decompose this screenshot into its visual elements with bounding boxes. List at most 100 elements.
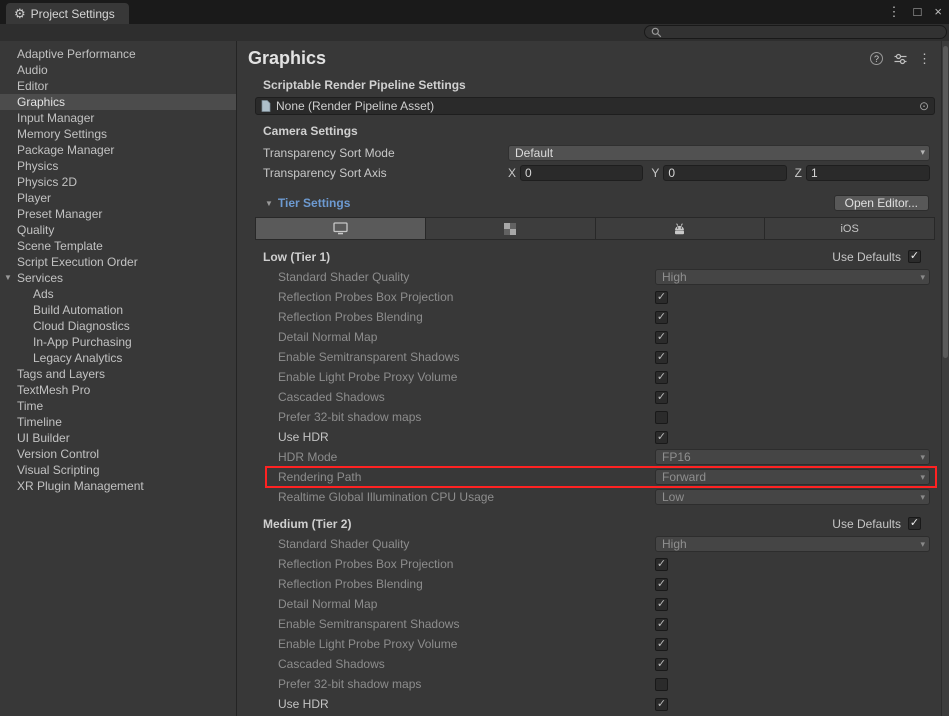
sidebar-item-memory-settings[interactable]: Memory Settings [0,126,236,142]
render-pipeline-asset-field[interactable]: None (Render Pipeline Asset) ⊙ [255,97,935,115]
sort-axis-fields: X Y Z [508,165,930,181]
sort-axis-x-input[interactable] [520,165,643,181]
enable-light-probe-proxy-volume-checkbox[interactable]: ✓ [655,638,668,651]
sidebar-item-label: XR Plugin Management [17,479,144,493]
dropdown-value: Default [515,146,920,160]
foldout-open-icon[interactable]: ▼ [265,199,273,208]
enable-semitransparent-shadows-checkbox[interactable]: ✓ [655,618,668,631]
hdr-mode-dropdown[interactable]: FP16▾ [655,449,930,465]
preset-icon[interactable] [894,53,907,65]
check-icon: ✓ [657,559,666,570]
setting-label: Standard Shader Quality [278,270,655,284]
use-defaults-checkbox[interactable]: ✓ [908,250,921,263]
use-defaults-checkbox[interactable]: ✓ [908,517,921,530]
prefer-32-bit-shadow-maps-checkbox[interactable] [655,678,668,691]
sidebar-item-time[interactable]: Time [0,398,236,414]
standard-shader-quality-dropdown[interactable]: High▾ [655,536,930,552]
sidebar-item-player[interactable]: Player [0,190,236,206]
sidebar-item-audio[interactable]: Audio [0,62,236,78]
tier-tab-webgl[interactable] [426,218,596,239]
detail-normal-map-checkbox[interactable]: ✓ [655,331,668,344]
sidebar-item-quality[interactable]: Quality [0,222,236,238]
check-icon: ✓ [657,352,666,363]
foldout-open-icon[interactable]: ▼ [4,273,12,282]
sidebar-item-version-control[interactable]: Version Control [0,446,236,462]
setting-label: Enable Light Probe Proxy Volume [278,637,655,651]
tier-row-reflection-probes-blending: Reflection Probes Blending✓ [255,307,935,327]
sidebar-item-legacy-analytics[interactable]: Legacy Analytics [0,350,236,366]
enable-light-probe-proxy-volume-checkbox[interactable]: ✓ [655,371,668,384]
sidebar-item-preset-manager[interactable]: Preset Manager [0,206,236,222]
detail-normal-map-checkbox[interactable]: ✓ [655,598,668,611]
sidebar-item-package-manager[interactable]: Package Manager [0,142,236,158]
sidebar-item-physics-2d[interactable]: Physics 2D [0,174,236,190]
search-input[interactable] [644,25,947,39]
axis-z-label: Z [795,166,802,180]
tier-tab-android[interactable] [596,218,766,239]
reflection-probes-box-projection-checkbox[interactable]: ✓ [655,291,668,304]
sidebar-item-script-execution-order[interactable]: Script Execution Order [0,254,236,270]
window-close-icon[interactable]: × [934,4,942,20]
standard-shader-quality-dropdown[interactable]: High▾ [655,269,930,285]
sidebar-item-scene-template[interactable]: Scene Template [0,238,236,254]
help-icon[interactable]: ? [870,52,883,65]
rendering-path-dropdown[interactable]: Forward▾ [655,469,930,485]
window-maximize-icon[interactable]: □ [914,4,922,20]
tier-tab-standalone[interactable] [256,218,426,239]
sidebar-item-label: Package Manager [17,143,114,157]
use-hdr-checkbox[interactable]: ✓ [655,698,668,711]
window-body: Adaptive PerformanceAudioEditorGraphicsI… [0,41,949,716]
transparency-sort-mode-dropdown[interactable]: Default ▾ [508,145,930,161]
sidebar-item-graphics[interactable]: Graphics [0,94,236,110]
sidebar-item-adaptive-performance[interactable]: Adaptive Performance [0,46,236,62]
sidebar-item-services[interactable]: ▼Services [0,270,236,286]
sidebar-item-ui-builder[interactable]: UI Builder [0,430,236,446]
sort-axis-z-input[interactable] [806,165,930,181]
transparency-sort-mode-row: Transparency Sort Mode Default ▾ [237,143,930,162]
open-editor-button[interactable]: Open Editor... [834,195,929,211]
sidebar-item-tags-and-layers[interactable]: Tags and Layers [0,366,236,382]
sort-axis-y-input[interactable] [663,165,786,181]
cascaded-shadows-checkbox[interactable]: ✓ [655,658,668,671]
window-tab-label: Project Settings [31,7,115,21]
sidebar-item-label: Tags and Layers [17,367,105,381]
sidebar-item-in-app-purchasing[interactable]: In-App Purchasing [0,334,236,350]
sidebar-item-xr-plugin-management[interactable]: XR Plugin Management [0,478,236,494]
sidebar-item-label: Graphics [17,95,65,109]
vertical-scrollbar[interactable] [941,41,949,716]
sidebar-item-cloud-diagnostics[interactable]: Cloud Diagnostics [0,318,236,334]
cascaded-shadows-checkbox[interactable]: ✓ [655,391,668,404]
tier-row-rendering-path: Rendering PathForward▾ [255,467,935,487]
sidebar-item-ads[interactable]: Ads [0,286,236,302]
reflection-probes-box-projection-checkbox[interactable]: ✓ [655,558,668,571]
sidebar-item-build-automation[interactable]: Build Automation [0,302,236,318]
setting-label: Cascaded Shadows [278,657,655,671]
sidebar-item-label: Preset Manager [17,207,102,221]
object-picker-icon[interactable]: ⊙ [919,99,929,113]
check-icon: ✓ [657,599,666,610]
enable-semitransparent-shadows-checkbox[interactable]: ✓ [655,351,668,364]
chevron-down-icon: ▾ [920,539,925,550]
check-icon: ✓ [657,312,666,323]
more-menu-icon[interactable]: ⋮ [918,51,931,67]
use-hdr-checkbox[interactable]: ✓ [655,431,668,444]
window-tab-project-settings[interactable]: ⚙ Project Settings [6,3,129,24]
sidebar-item-label: Version Control [17,447,99,461]
sidebar-item-label: Memory Settings [17,127,107,141]
setting-label: Prefer 32-bit shadow maps [278,677,655,691]
prefer-32-bit-shadow-maps-checkbox[interactable] [655,411,668,424]
sidebar-item-visual-scripting[interactable]: Visual Scripting [0,462,236,478]
window-menu-icon[interactable]: ⋮ [888,4,901,20]
sidebar-item-input-manager[interactable]: Input Manager [0,110,236,126]
reflection-probes-blending-checkbox[interactable]: ✓ [655,578,668,591]
scrollbar-thumb[interactable] [943,46,948,358]
header-icons: ? ⋮ [870,51,931,67]
tier-settings-title[interactable]: Tier Settings [278,196,834,210]
realtime-global-illumination-cpu-usage-dropdown[interactable]: Low▾ [655,489,930,505]
reflection-probes-blending-checkbox[interactable]: ✓ [655,311,668,324]
sidebar-item-editor[interactable]: Editor [0,78,236,94]
sidebar-item-timeline[interactable]: Timeline [0,414,236,430]
sidebar-item-textmesh-pro[interactable]: TextMesh Pro [0,382,236,398]
sidebar-item-physics[interactable]: Physics [0,158,236,174]
tier-tab-ios[interactable]: iOS [765,218,934,239]
